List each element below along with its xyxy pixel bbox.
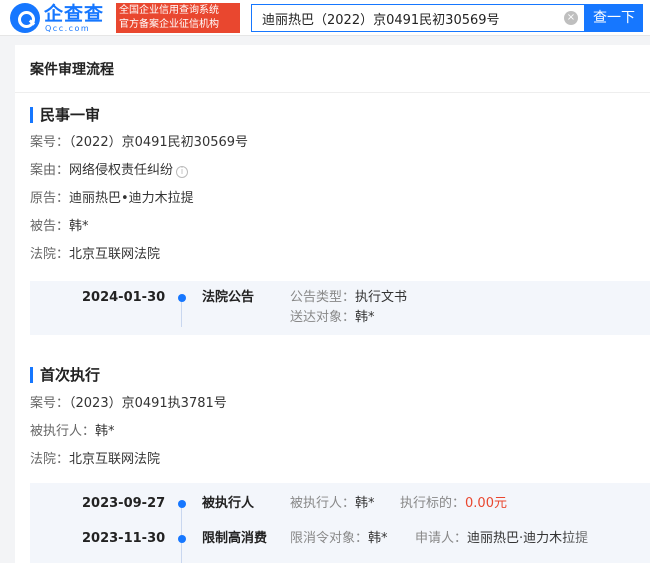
timeline-dot-icon [178, 294, 186, 302]
logo-name: 企查查 [44, 3, 105, 25]
first-instance-title: 民事一审 [30, 105, 100, 125]
case-number-label: 案号： [30, 135, 70, 150]
event-detail-1: 限消令对象：韩* [290, 529, 388, 549]
timeline-item-detail: 送达对象：韩* [30, 308, 650, 328]
event-type[interactable]: 被执行人 [202, 494, 254, 514]
execution-timeline: 2023-09-27 被执行人 被执行人：韩* 执行标的：0.00元 2023-… [30, 483, 650, 563]
event-detail-1-label: 被执行人： [290, 496, 356, 511]
event-detail-2: 送达对象：韩* [290, 308, 375, 328]
event-type[interactable]: 法院公告 [202, 288, 254, 308]
qcc-logo[interactable]: 企查查 Qcc.com [10, 3, 110, 33]
defendant-row: 被告：韩* [30, 218, 89, 236]
badge-line-1: 全国企业信用查询系统 [119, 5, 219, 16]
execution-title: 首次执行 [30, 365, 100, 385]
exec-court-label: 法院： [30, 452, 70, 467]
event-detail-1-value: 执行文书 [355, 290, 408, 305]
court-label: 法院： [30, 247, 70, 262]
clear-circle-icon[interactable]: × [564, 11, 578, 25]
event-detail-2-label: 申请人： [415, 531, 468, 546]
timeline-item: 2024-01-30 法院公告 公告类型：执行文书 [30, 288, 650, 308]
court-row: 法院：北京互联网法院 [30, 246, 160, 264]
timeline-item: 2023-11-30 限制高消费 限消令对象：韩* 申请人：迪丽热巴·迪力木拉提 [30, 529, 650, 549]
case-cause-label: 案由： [30, 163, 70, 178]
exec-case-number: （2023）京0491执3781号 [69, 396, 227, 411]
event-date: 2023-11-30 [82, 531, 166, 546]
execution-amount: 0.00元 [465, 496, 507, 511]
divider [15, 92, 650, 93]
info-circle-icon[interactable]: i [176, 166, 189, 178]
case-cause: 网络侵权责任纠纷 [69, 163, 174, 178]
plaintiff-link[interactable]: 迪丽热巴•迪力木拉提 [69, 191, 194, 206]
official-badge: 全国企业信用查询系统 官方备案企业征信机构 [116, 3, 240, 33]
search-box: × [251, 4, 585, 32]
search-button[interactable]: 查一下 [585, 4, 643, 32]
plaintiff-label: 原告： [30, 191, 70, 206]
exec-case-number-label: 案号： [30, 396, 70, 411]
plaintiff-row: 原告：迪丽热巴•迪力木拉提 [30, 190, 194, 208]
exec-court-link[interactable]: 北京互联网法院 [69, 452, 160, 467]
exec-person-row: 被执行人：韩* [30, 423, 115, 441]
event-detail-1-label: 公告类型： [290, 290, 356, 305]
section-title: 案件审理流程 [30, 62, 114, 78]
event-date: 2023-09-27 [82, 496, 166, 511]
event-detail-1-value: 韩* [368, 531, 388, 546]
event-detail-2-value: 韩* [355, 310, 375, 325]
exec-person-label: 被执行人： [30, 424, 96, 439]
timeline-item: 2023-09-27 被执行人 被执行人：韩* 执行标的：0.00元 [30, 494, 650, 514]
case-cause-row: 案由：网络侵权责任纠纷 i [30, 162, 189, 180]
event-detail-2-label: 执行标的： [400, 496, 466, 511]
event-detail-2: 执行标的：0.00元 [400, 494, 507, 514]
event-detail-1: 公告类型：执行文书 [290, 288, 407, 308]
watermark-fade [560, 529, 650, 549]
timeline-dot-icon [178, 535, 186, 543]
case-number-row: 案号：（2022）京0491民初30569号 [30, 134, 248, 152]
top-bar: 企查查 Qcc.com 全国企业信用查询系统 官方备案企业征信机构 × 查一下 [0, 0, 650, 36]
event-type[interactable]: 限制高消费 [202, 529, 267, 549]
event-detail-2-label: 送达对象： [290, 310, 356, 325]
court-link[interactable]: 北京互联网法院 [69, 247, 160, 262]
search-input[interactable] [252, 5, 552, 31]
exec-case-number-row: 案号：（2023）京0491执3781号 [30, 395, 227, 413]
exec-person: 韩* [95, 424, 115, 439]
search-logo-icon [10, 3, 40, 33]
defendant-label: 被告： [30, 219, 70, 234]
event-detail-1-label: 限消令对象： [290, 531, 369, 546]
badge-line-2: 官方备案企业征信机构 [119, 19, 219, 30]
event-detail-1-value: 韩* [355, 496, 375, 511]
logo-domain: Qcc.com [45, 24, 91, 33]
timeline-dot-icon [178, 500, 186, 508]
first-instance-timeline: 2024-01-30 法院公告 公告类型：执行文书 送达对象：韩* [30, 281, 650, 335]
defendant: 韩* [69, 219, 89, 234]
case-process-panel: 案件审理流程 民事一审 案号：（2022）京0491民初30569号 案由：网络… [15, 45, 650, 563]
exec-court-row: 法院：北京互联网法院 [30, 451, 160, 469]
event-date: 2024-01-30 [82, 290, 166, 305]
case-number: （2022）京0491民初30569号 [69, 135, 249, 150]
event-detail-1: 被执行人：韩* [290, 494, 375, 514]
